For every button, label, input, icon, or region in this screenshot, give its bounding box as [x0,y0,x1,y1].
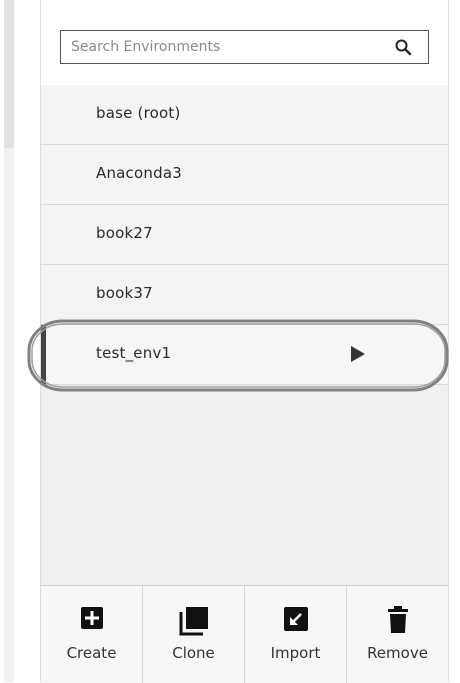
create-button[interactable]: Create [41,586,143,683]
environment-item-anaconda3[interactable]: Anaconda3 [41,145,448,205]
outer-scrollbar-thumb[interactable] [4,0,14,148]
environment-item-base-root[interactable]: base (root) [41,85,448,145]
search-box[interactable] [60,30,429,64]
environment-toolbar: Create Clone Import Remove [41,585,448,683]
create-label: Create [66,644,117,662]
trash-icon [387,606,408,633]
outer-scrollbar[interactable] [4,0,14,682]
environment-label: base (root) [96,104,181,122]
remove-button[interactable]: Remove [347,586,448,683]
import-label: Import [270,644,321,662]
environment-label: Anaconda3 [96,164,182,182]
active-indicator-bar [41,325,46,385]
environment-item-book27[interactable]: book27 [41,205,448,265]
search-input[interactable] [71,31,381,63]
clone-icon [179,607,208,636]
play-icon[interactable] [349,345,367,363]
plus-square-icon [80,607,103,629]
environment-label: book37 [96,284,153,302]
remove-label: Remove [367,644,428,662]
import-arrow-icon [283,607,308,631]
environment-item-book37[interactable]: book37 [41,265,448,325]
import-button[interactable]: Import [245,586,347,683]
clone-label: Clone [172,644,215,662]
search-area [41,0,448,86]
environment-item-test-env1[interactable]: test_env1 [41,325,448,385]
environment-label: book27 [96,224,153,242]
environment-label: test_env1 [96,344,172,362]
environments-panel: base (root) Anaconda3 book27 book37 test… [40,0,449,683]
environment-list: base (root) Anaconda3 book27 book37 test… [41,85,448,585]
search-icon[interactable] [394,38,412,56]
clone-button[interactable]: Clone [143,586,245,683]
